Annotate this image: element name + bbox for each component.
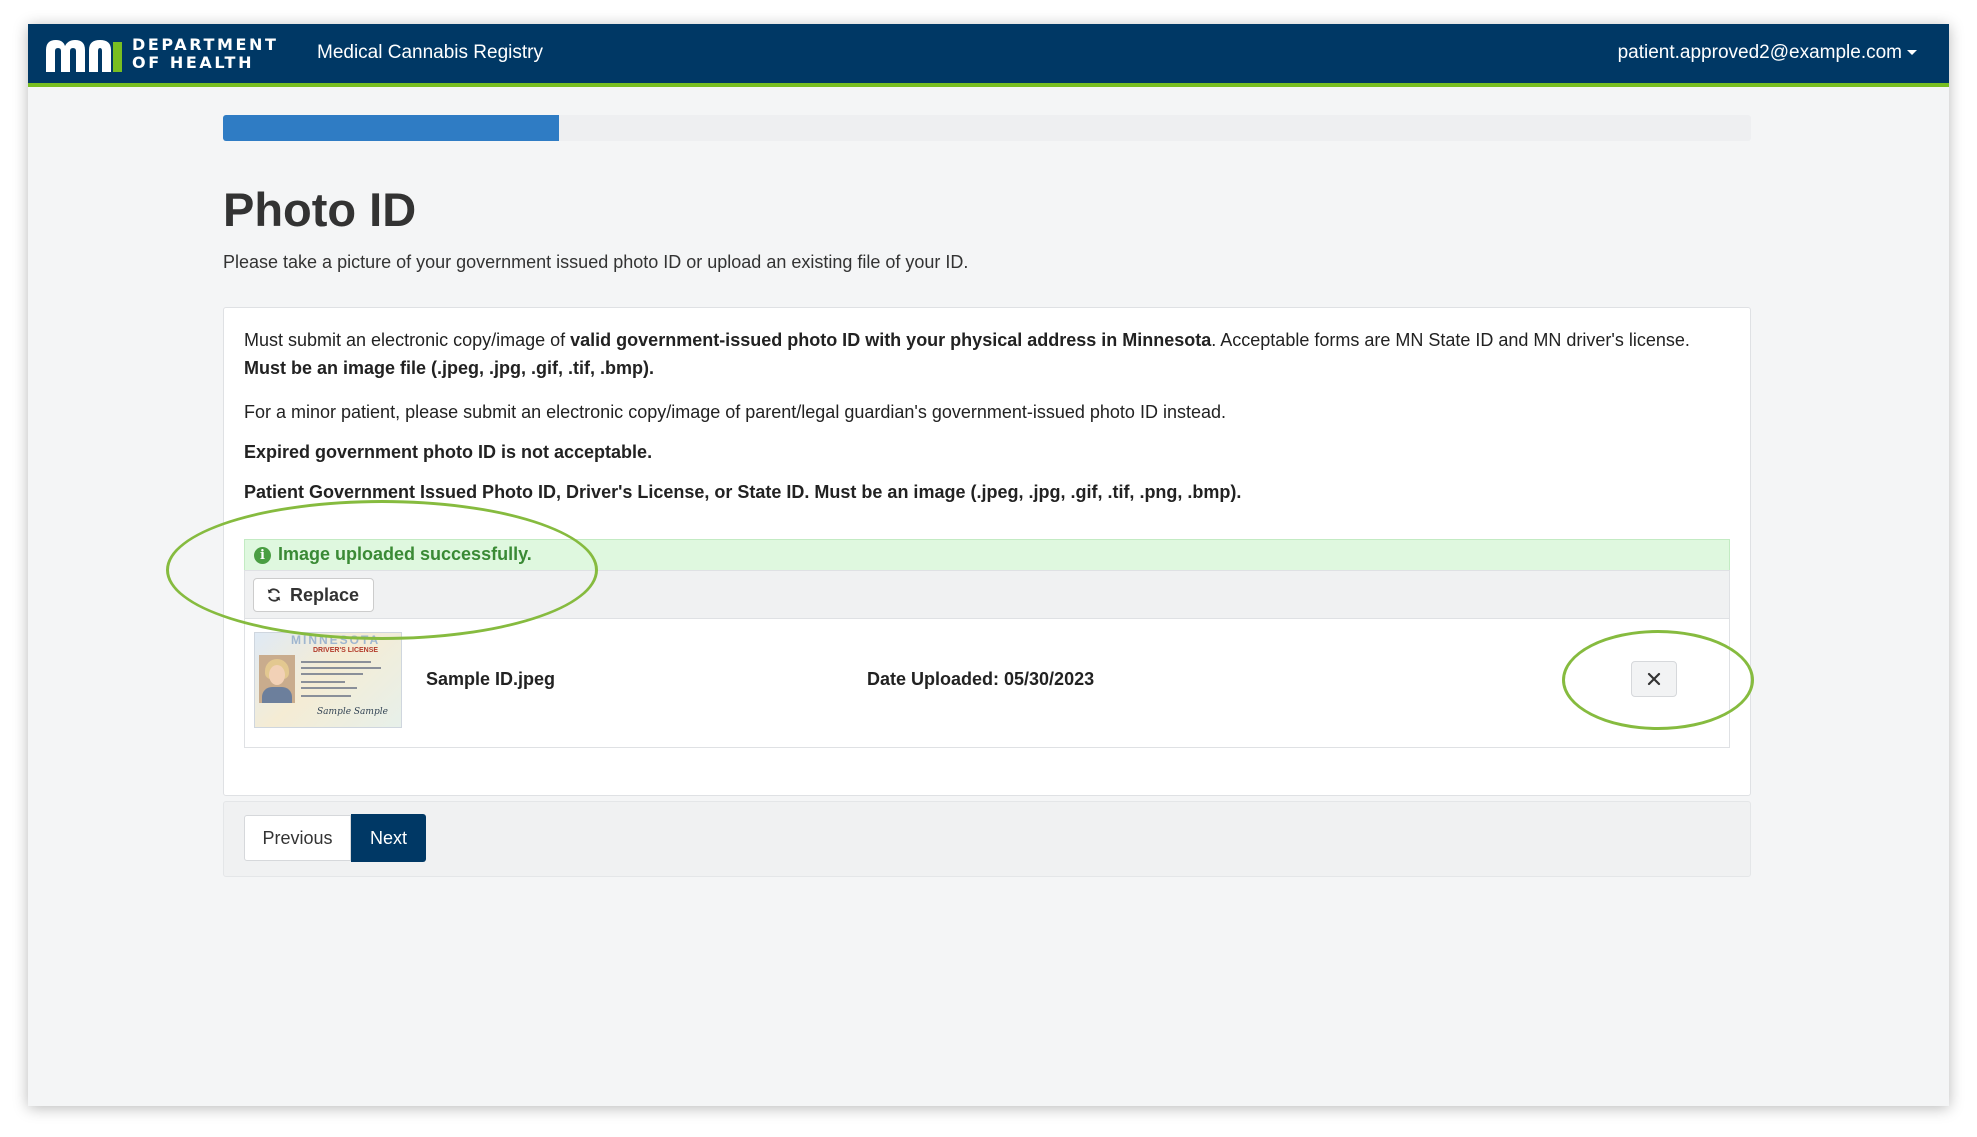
- logo-line-1: DEPARTMENT: [132, 35, 279, 54]
- progress-bar: [223, 115, 1751, 141]
- progress-fill: [223, 115, 560, 141]
- instruction-emphasis-format: Must be an image file (.jpeg, .jpg, .gif…: [244, 358, 655, 378]
- page-subtitle: Please take a picture of your government…: [223, 252, 969, 272]
- app-title[interactable]: Medical Cannabis Registry: [317, 42, 543, 64]
- date-uploaded: Date Uploaded: 05/30/2023: [867, 669, 1095, 689]
- user-account-menu[interactable]: patient.approved2@example.com: [1618, 42, 1917, 64]
- chevron-down-icon: [1907, 50, 1917, 56]
- upload-field-label: Patient Government Issued Photo ID, Driv…: [244, 482, 1242, 502]
- refresh-icon: [267, 588, 281, 602]
- success-message: Image uploaded successfully.: [278, 544, 532, 564]
- photo-id-panel: Must submit an electronic copy/image of …: [223, 307, 1751, 796]
- file-name: Sample ID.jpeg: [426, 669, 556, 689]
- previous-button[interactable]: Previous: [244, 815, 351, 861]
- info-icon: i: [254, 547, 271, 564]
- browser-window: DEPARTMENT OF HEALTH Medical Cannabis Re…: [28, 24, 1949, 1106]
- close-icon: [1647, 672, 1661, 686]
- next-button[interactable]: Next: [351, 814, 426, 862]
- logo-line-2: OF HEALTH: [132, 53, 255, 72]
- upload-success-alert: i Image uploaded successfully.: [244, 539, 1730, 570]
- thumbnail-signature: Sample Sample: [317, 707, 388, 717]
- form-navigation: Previous Next: [223, 801, 1751, 877]
- instruction-text-a: Must submit an electronic copy/image of: [244, 330, 571, 350]
- replace-label: Replace: [290, 584, 360, 605]
- instruction-text-c: . Acceptable forms are MN State ID and M…: [1211, 330, 1690, 350]
- uploaded-file-row: MINNESOTA DRIVER'S LICENSE Sample Sample…: [244, 618, 1730, 748]
- thumbnail-card-type: DRIVER'S LICENSE: [313, 647, 379, 654]
- user-email: patient.approved2@example.com: [1617, 42, 1902, 63]
- instruction-expired: Expired government photo ID is not accep…: [244, 442, 653, 462]
- page-title: Photo ID: [223, 183, 417, 236]
- id-thumbnail[interactable]: MINNESOTA DRIVER'S LICENSE Sample Sample: [254, 632, 402, 728]
- thumbnail-photo: [259, 655, 295, 703]
- thumbnail-state: MINNESOTA: [291, 633, 381, 647]
- instruction-minor: For a minor patient, please submit an el…: [244, 402, 1226, 422]
- mdh-logo[interactable]: DEPARTMENT OF HEALTH: [42, 34, 279, 74]
- top-navbar: DEPARTMENT OF HEALTH Medical Cannabis Re…: [28, 24, 1949, 87]
- mn-logo-icon: [46, 40, 122, 72]
- logo-wordmark: DEPARTMENT OF HEALTH: [132, 36, 279, 72]
- instruction-requirements: Must submit an electronic copy/image of …: [244, 326, 1724, 382]
- instruction-emphasis-id: valid government-issued photo ID with yo…: [570, 330, 1212, 350]
- upload-toolbar: Replace: [244, 570, 1730, 619]
- replace-button[interactable]: Replace: [253, 578, 375, 612]
- remove-file-button[interactable]: [1631, 661, 1677, 697]
